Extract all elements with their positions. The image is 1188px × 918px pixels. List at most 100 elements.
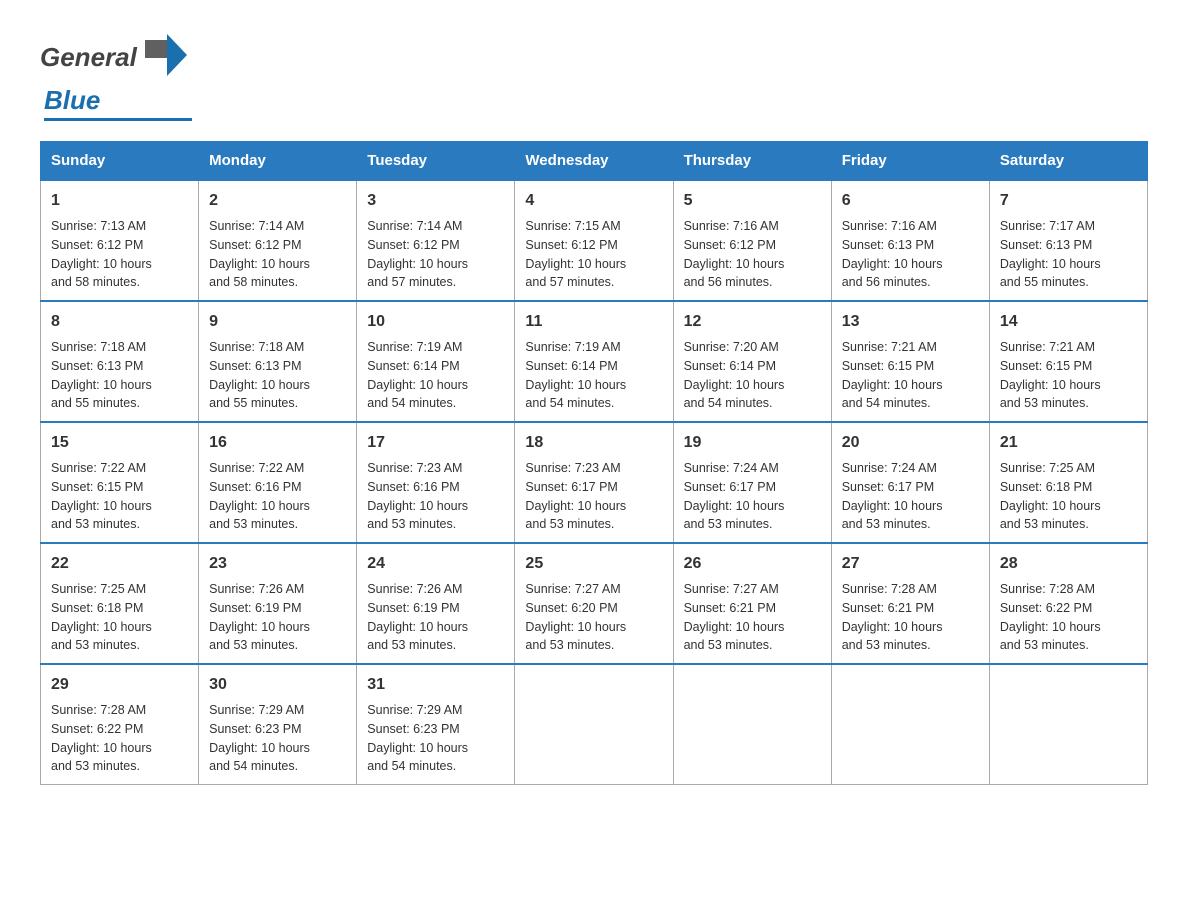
calendar-day-cell: 25 Sunrise: 7:27 AM Sunset: 6:20 PM Dayl… <box>515 543 673 664</box>
logo-underline <box>44 118 192 121</box>
calendar-day-cell: 28 Sunrise: 7:28 AM Sunset: 6:22 PM Dayl… <box>989 543 1147 664</box>
day-number: 26 <box>684 552 821 576</box>
calendar-day-cell: 8 Sunrise: 7:18 AM Sunset: 6:13 PM Dayli… <box>41 301 199 422</box>
calendar-day-cell: 27 Sunrise: 7:28 AM Sunset: 6:21 PM Dayl… <box>831 543 989 664</box>
calendar-day-cell: 4 Sunrise: 7:15 AM Sunset: 6:12 PM Dayli… <box>515 180 673 301</box>
day-info: Sunrise: 7:16 AM Sunset: 6:12 PM Dayligh… <box>684 217 821 292</box>
calendar-day-cell: 31 Sunrise: 7:29 AM Sunset: 6:23 PM Dayl… <box>357 664 515 785</box>
calendar-day-cell: 17 Sunrise: 7:23 AM Sunset: 6:16 PM Dayl… <box>357 422 515 543</box>
calendar-day-cell: 12 Sunrise: 7:20 AM Sunset: 6:14 PM Dayl… <box>673 301 831 422</box>
calendar-week-row: 29 Sunrise: 7:28 AM Sunset: 6:22 PM Dayl… <box>41 664 1148 785</box>
day-number: 18 <box>525 431 662 455</box>
day-number: 27 <box>842 552 979 576</box>
day-info: Sunrise: 7:28 AM Sunset: 6:21 PM Dayligh… <box>842 580 979 655</box>
day-info: Sunrise: 7:15 AM Sunset: 6:12 PM Dayligh… <box>525 217 662 292</box>
day-info: Sunrise: 7:29 AM Sunset: 6:23 PM Dayligh… <box>367 701 504 776</box>
calendar-week-row: 1 Sunrise: 7:13 AM Sunset: 6:12 PM Dayli… <box>41 180 1148 301</box>
calendar-day-header: Tuesday <box>357 142 515 181</box>
day-info: Sunrise: 7:24 AM Sunset: 6:17 PM Dayligh… <box>842 459 979 534</box>
calendar-day-cell: 6 Sunrise: 7:16 AM Sunset: 6:13 PM Dayli… <box>831 180 989 301</box>
calendar-day-cell: 14 Sunrise: 7:21 AM Sunset: 6:15 PM Dayl… <box>989 301 1147 422</box>
calendar-day-cell: 7 Sunrise: 7:17 AM Sunset: 6:13 PM Dayli… <box>989 180 1147 301</box>
day-number: 29 <box>51 673 188 697</box>
day-number: 11 <box>525 310 662 334</box>
day-info: Sunrise: 7:18 AM Sunset: 6:13 PM Dayligh… <box>51 338 188 413</box>
calendar-day-header: Wednesday <box>515 142 673 181</box>
day-number: 12 <box>684 310 821 334</box>
day-info: Sunrise: 7:20 AM Sunset: 6:14 PM Dayligh… <box>684 338 821 413</box>
day-info: Sunrise: 7:27 AM Sunset: 6:20 PM Dayligh… <box>525 580 662 655</box>
logo-blue-text: Blue <box>44 85 100 115</box>
calendar-table: SundayMondayTuesdayWednesdayThursdayFrid… <box>40 141 1148 785</box>
calendar-week-row: 22 Sunrise: 7:25 AM Sunset: 6:18 PM Dayl… <box>41 543 1148 664</box>
page-header: General Blue <box>40 30 1148 121</box>
day-number: 5 <box>684 189 821 213</box>
calendar-day-header: Thursday <box>673 142 831 181</box>
logo-icon <box>137 30 192 85</box>
day-info: Sunrise: 7:17 AM Sunset: 6:13 PM Dayligh… <box>1000 217 1137 292</box>
calendar-day-cell: 15 Sunrise: 7:22 AM Sunset: 6:15 PM Dayl… <box>41 422 199 543</box>
day-number: 17 <box>367 431 504 455</box>
calendar-day-header: Saturday <box>989 142 1147 181</box>
logo: General Blue <box>40 30 192 121</box>
calendar-day-cell: 30 Sunrise: 7:29 AM Sunset: 6:23 PM Dayl… <box>199 664 357 785</box>
day-info: Sunrise: 7:28 AM Sunset: 6:22 PM Dayligh… <box>51 701 188 776</box>
day-number: 1 <box>51 189 188 213</box>
day-info: Sunrise: 7:16 AM Sunset: 6:13 PM Dayligh… <box>842 217 979 292</box>
day-number: 31 <box>367 673 504 697</box>
calendar-day-cell: 23 Sunrise: 7:26 AM Sunset: 6:19 PM Dayl… <box>199 543 357 664</box>
day-info: Sunrise: 7:29 AM Sunset: 6:23 PM Dayligh… <box>209 701 346 776</box>
calendar-empty-cell <box>989 664 1147 785</box>
day-info: Sunrise: 7:14 AM Sunset: 6:12 PM Dayligh… <box>367 217 504 292</box>
calendar-day-cell: 11 Sunrise: 7:19 AM Sunset: 6:14 PM Dayl… <box>515 301 673 422</box>
calendar-day-cell: 18 Sunrise: 7:23 AM Sunset: 6:17 PM Dayl… <box>515 422 673 543</box>
calendar-day-cell: 9 Sunrise: 7:18 AM Sunset: 6:13 PM Dayli… <box>199 301 357 422</box>
calendar-day-cell: 20 Sunrise: 7:24 AM Sunset: 6:17 PM Dayl… <box>831 422 989 543</box>
logo-general-text: General <box>40 42 137 73</box>
calendar-day-cell: 19 Sunrise: 7:24 AM Sunset: 6:17 PM Dayl… <box>673 422 831 543</box>
calendar-day-cell: 1 Sunrise: 7:13 AM Sunset: 6:12 PM Dayli… <box>41 180 199 301</box>
day-info: Sunrise: 7:28 AM Sunset: 6:22 PM Dayligh… <box>1000 580 1137 655</box>
calendar-empty-cell <box>831 664 989 785</box>
day-number: 16 <box>209 431 346 455</box>
day-info: Sunrise: 7:21 AM Sunset: 6:15 PM Dayligh… <box>1000 338 1137 413</box>
day-info: Sunrise: 7:27 AM Sunset: 6:21 PM Dayligh… <box>684 580 821 655</box>
day-info: Sunrise: 7:25 AM Sunset: 6:18 PM Dayligh… <box>51 580 188 655</box>
calendar-day-cell: 24 Sunrise: 7:26 AM Sunset: 6:19 PM Dayl… <box>357 543 515 664</box>
day-info: Sunrise: 7:24 AM Sunset: 6:17 PM Dayligh… <box>684 459 821 534</box>
day-number: 3 <box>367 189 504 213</box>
day-number: 6 <box>842 189 979 213</box>
day-info: Sunrise: 7:14 AM Sunset: 6:12 PM Dayligh… <box>209 217 346 292</box>
calendar-day-cell: 29 Sunrise: 7:28 AM Sunset: 6:22 PM Dayl… <box>41 664 199 785</box>
calendar-header-row: SundayMondayTuesdayWednesdayThursdayFrid… <box>41 142 1148 181</box>
day-info: Sunrise: 7:26 AM Sunset: 6:19 PM Dayligh… <box>367 580 504 655</box>
day-number: 7 <box>1000 189 1137 213</box>
day-number: 23 <box>209 552 346 576</box>
day-info: Sunrise: 7:18 AM Sunset: 6:13 PM Dayligh… <box>209 338 346 413</box>
day-number: 2 <box>209 189 346 213</box>
day-info: Sunrise: 7:13 AM Sunset: 6:12 PM Dayligh… <box>51 217 188 292</box>
day-info: Sunrise: 7:19 AM Sunset: 6:14 PM Dayligh… <box>525 338 662 413</box>
calendar-week-row: 15 Sunrise: 7:22 AM Sunset: 6:15 PM Dayl… <box>41 422 1148 543</box>
day-info: Sunrise: 7:21 AM Sunset: 6:15 PM Dayligh… <box>842 338 979 413</box>
day-info: Sunrise: 7:23 AM Sunset: 6:16 PM Dayligh… <box>367 459 504 534</box>
calendar-week-row: 8 Sunrise: 7:18 AM Sunset: 6:13 PM Dayli… <box>41 301 1148 422</box>
day-info: Sunrise: 7:25 AM Sunset: 6:18 PM Dayligh… <box>1000 459 1137 534</box>
calendar-day-cell: 21 Sunrise: 7:25 AM Sunset: 6:18 PM Dayl… <box>989 422 1147 543</box>
calendar-day-cell: 13 Sunrise: 7:21 AM Sunset: 6:15 PM Dayl… <box>831 301 989 422</box>
calendar-day-cell: 10 Sunrise: 7:19 AM Sunset: 6:14 PM Dayl… <box>357 301 515 422</box>
day-number: 13 <box>842 310 979 334</box>
day-number: 19 <box>684 431 821 455</box>
day-info: Sunrise: 7:19 AM Sunset: 6:14 PM Dayligh… <box>367 338 504 413</box>
day-number: 21 <box>1000 431 1137 455</box>
day-number: 24 <box>367 552 504 576</box>
calendar-day-header: Sunday <box>41 142 199 181</box>
calendar-day-cell: 2 Sunrise: 7:14 AM Sunset: 6:12 PM Dayli… <box>199 180 357 301</box>
day-info: Sunrise: 7:22 AM Sunset: 6:15 PM Dayligh… <box>51 459 188 534</box>
day-number: 22 <box>51 552 188 576</box>
day-info: Sunrise: 7:23 AM Sunset: 6:17 PM Dayligh… <box>525 459 662 534</box>
day-info: Sunrise: 7:26 AM Sunset: 6:19 PM Dayligh… <box>209 580 346 655</box>
day-number: 25 <box>525 552 662 576</box>
calendar-day-cell: 16 Sunrise: 7:22 AM Sunset: 6:16 PM Dayl… <box>199 422 357 543</box>
day-number: 30 <box>209 673 346 697</box>
